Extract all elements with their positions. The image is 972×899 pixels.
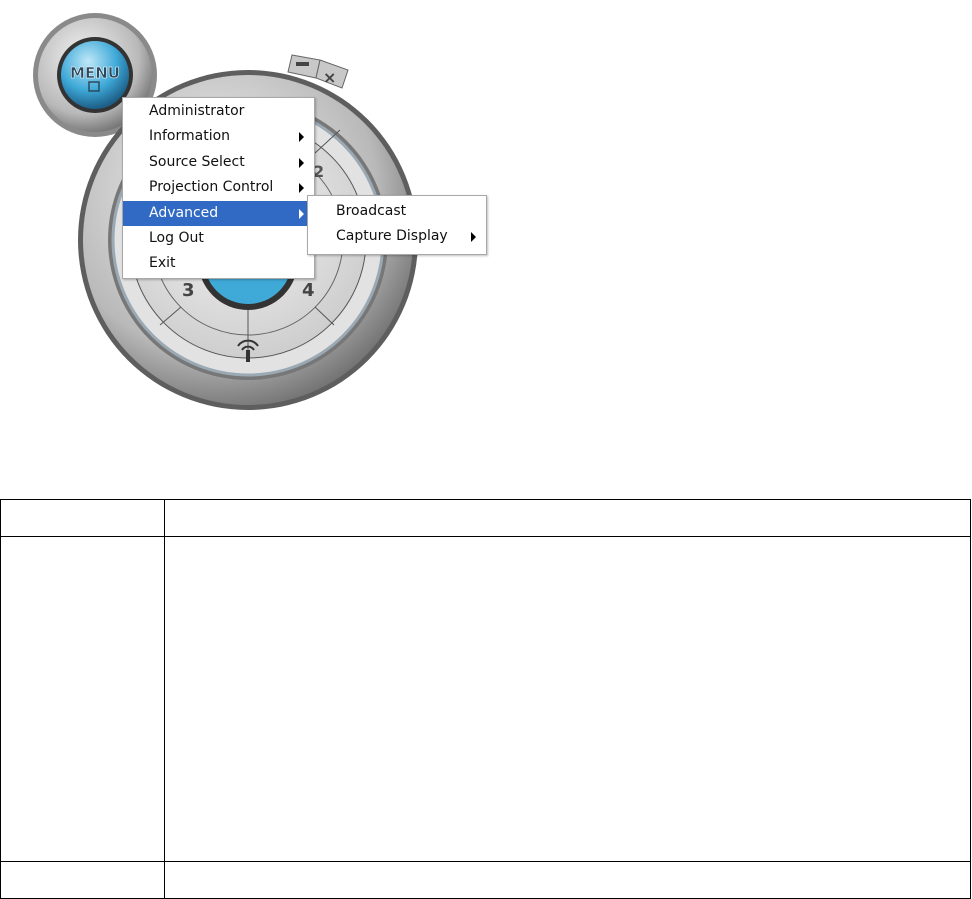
submenu-arrow-icon	[471, 232, 476, 243]
menu-item-source-select[interactable]: Source Select	[123, 150, 314, 175]
table-row	[0, 499, 971, 537]
menu-item-broadcast[interactable]: Broadcast	[308, 199, 486, 224]
menu-item-administrator[interactable]: Administrator	[123, 99, 314, 124]
quadrant-3-label[interactable]: 3	[182, 280, 195, 301]
context-menu: Administrator Information Source Select …	[122, 97, 315, 279]
minimize-icon	[296, 62, 309, 66]
menu-button-label: MENU	[70, 64, 120, 82]
table-cell	[164, 499, 971, 537]
table-row	[0, 536, 971, 862]
close-button[interactable]: ×	[315, 59, 349, 89]
minimize-button[interactable]	[287, 54, 321, 79]
menu-item-advanced[interactable]: Advanced	[123, 200, 314, 226]
advanced-submenu: Broadcast Capture Display	[307, 195, 487, 255]
submenu-arrow-icon	[299, 208, 304, 219]
submenu-arrow-icon	[299, 157, 304, 168]
menu-item-label: Projection Control	[149, 179, 274, 196]
menu-item-label: Information	[149, 128, 231, 145]
menu-item-log-out[interactable]: Log Out	[123, 226, 314, 251]
description-table	[0, 499, 971, 899]
menu-item-label: Source Select	[149, 153, 245, 170]
menu-item-information[interactable]: Information	[123, 124, 314, 149]
menu-item-label: Broadcast	[336, 203, 407, 219]
table-row	[0, 861, 971, 899]
table-cell	[164, 536, 971, 862]
menu-item-projection-control[interactable]: Projection Control	[123, 175, 314, 200]
close-icon: ×	[323, 68, 336, 87]
table-cell	[0, 536, 165, 862]
menu-item-label: Exit	[149, 255, 176, 272]
table-cell	[0, 499, 165, 537]
table-cell	[0, 861, 165, 899]
quadrant-4-label[interactable]: 4	[302, 280, 315, 301]
menu-item-label: Capture Display	[336, 228, 448, 245]
menu-item-label: Log Out	[149, 229, 204, 246]
table-cell	[164, 861, 971, 899]
menu-item-capture-display[interactable]: Capture Display	[308, 224, 486, 249]
submenu-arrow-icon	[299, 132, 304, 143]
menu-item-exit[interactable]: Exit	[123, 251, 314, 276]
menu-item-label: Administrator	[149, 103, 245, 119]
menu-item-label: Advanced	[149, 204, 219, 221]
submenu-arrow-icon	[299, 183, 304, 194]
